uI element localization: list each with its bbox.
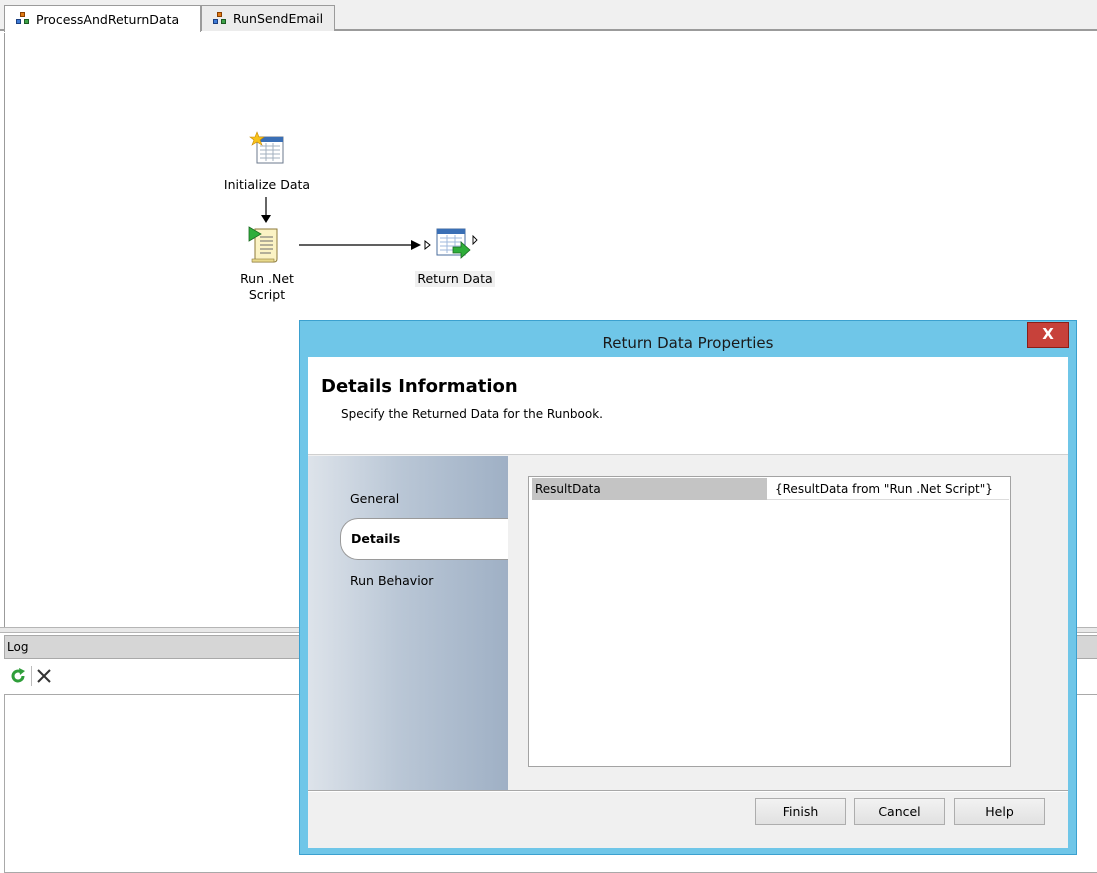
- runbook-icon: [213, 11, 227, 26]
- toolbar-separator: [31, 666, 32, 686]
- activity-label: Initialize Data: [223, 177, 311, 192]
- activity-label-line1: Run .Net: [240, 271, 294, 286]
- data-name-cell[interactable]: ResultData: [532, 478, 767, 500]
- property-nav: General Details Run Behavior: [308, 456, 510, 790]
- dialog-header: Details Information Specify the Returned…: [308, 357, 1068, 455]
- return-data-icon: [427, 223, 479, 271]
- tab-process-and-return-data[interactable]: ProcessAndReturnData: [4, 5, 201, 32]
- activity-run-net-script[interactable]: Run .Net Script: [227, 223, 307, 303]
- nav-item-general[interactable]: General: [350, 491, 399, 506]
- details-panel: ResultData {ResultData from "Run .Net Sc…: [508, 456, 1068, 790]
- link-arrow-down[interactable]: [259, 197, 273, 225]
- dialog-title: Return Data Properties: [602, 334, 774, 352]
- script-icon: [245, 223, 289, 271]
- tab-run-send-email[interactable]: RunSendEmail: [201, 5, 335, 31]
- table-row[interactable]: ResultData {ResultData from "Run .Net Sc…: [532, 478, 1009, 500]
- cancel-button[interactable]: Cancel: [854, 798, 945, 825]
- initialize-data-icon: [247, 131, 287, 175]
- activity-label-line2: Script: [248, 287, 286, 302]
- document-tab-strip: ProcessAndReturnData RunSendEmail: [0, 0, 1097, 32]
- dialog-body: Details Information Specify the Returned…: [308, 357, 1068, 848]
- returned-data-grid[interactable]: ResultData {ResultData from "Run .Net Sc…: [528, 476, 1011, 767]
- help-button[interactable]: Help: [954, 798, 1045, 825]
- log-title: Log: [7, 640, 29, 654]
- return-data-properties-dialog: Return Data Properties X Details Informa…: [299, 320, 1077, 855]
- tab-label: ProcessAndReturnData: [36, 11, 180, 27]
- runbook-icon: [16, 12, 30, 26]
- activity-label: Return Data: [415, 271, 495, 287]
- header-subtitle: Specify the Returned Data for the Runboo…: [341, 407, 603, 421]
- activity-initialize-data[interactable]: Initialize Data: [218, 131, 316, 193]
- footer-divider: [308, 790, 1068, 792]
- close-icon[interactable]: [35, 667, 53, 685]
- close-button[interactable]: X: [1027, 322, 1069, 348]
- refresh-icon[interactable]: [8, 666, 28, 686]
- tab-label: RunSendEmail: [233, 11, 324, 26]
- data-value-cell[interactable]: {ResultData from "Run .Net Script"}: [772, 478, 1009, 500]
- nav-item-details[interactable]: Details: [340, 518, 510, 560]
- activity-return-data[interactable]: Return Data: [409, 223, 501, 287]
- nav-item-run-behavior[interactable]: Run Behavior: [350, 573, 433, 588]
- header-title: Details Information: [321, 376, 518, 397]
- finish-button[interactable]: Finish: [755, 798, 846, 825]
